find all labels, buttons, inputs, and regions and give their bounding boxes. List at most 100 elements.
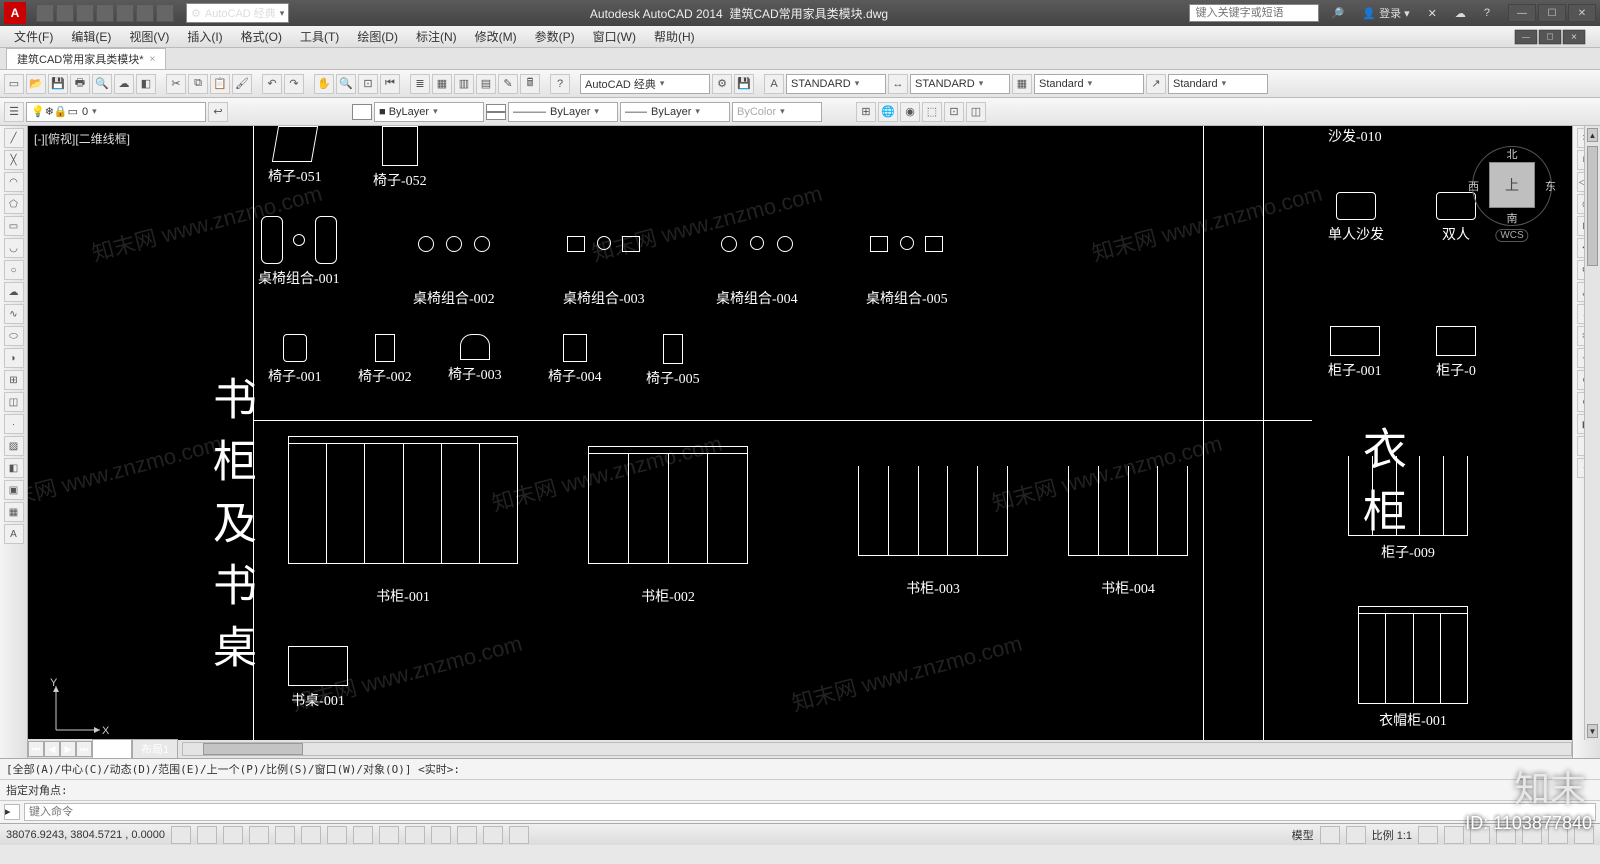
menu-modify[interactable]: 修改(M) (467, 26, 525, 47)
block-chair-051[interactable]: 椅子-051 (268, 126, 322, 186)
stayconnected-icon[interactable]: ☁ (1449, 7, 1472, 20)
block-sofa-single[interactable]: 单人沙发 (1328, 192, 1384, 244)
line-icon[interactable]: ╱ (4, 128, 24, 148)
workspace-save-icon[interactable]: 💾 (734, 74, 754, 94)
ellipsearc-icon[interactable]: ◗ (4, 348, 24, 368)
status-coordinates[interactable]: 38076.9243, 3804.5721 , 0.0000 (6, 829, 165, 841)
doc-minimize-button[interactable]: — (1515, 29, 1537, 43)
tablestyle-combo[interactable]: Standard▾ (1034, 74, 1144, 94)
block-sofa-010[interactable]: 沙发-010 (1328, 126, 1382, 146)
status-tpy-icon[interactable] (431, 826, 451, 844)
status-3dosnap-icon[interactable] (301, 826, 321, 844)
layout-tab-layout1[interactable]: 布局1 (132, 739, 178, 758)
block-cabinet-001[interactable]: 柜子-001 (1328, 326, 1382, 380)
cut-icon[interactable]: ✂ (166, 74, 186, 94)
rectangle-icon[interactable]: ▭ (4, 216, 24, 236)
view-icon-1[interactable]: ⊞ (856, 102, 876, 122)
view-icon-4[interactable]: ⬚ (922, 102, 942, 122)
undo-icon[interactable]: ↶ (262, 74, 282, 94)
help-tb-icon[interactable]: ? (550, 74, 570, 94)
pan-icon[interactable]: ✋ (314, 74, 334, 94)
hatch-icon[interactable]: ▨ (4, 436, 24, 456)
menu-dimension[interactable]: 标注(N) (408, 26, 465, 47)
help-search-input[interactable] (1189, 4, 1319, 22)
menu-tools[interactable]: 工具(T) (292, 26, 347, 47)
layout-tab-model[interactable]: 模型 (92, 739, 132, 758)
vertical-scrollbar[interactable]: ▲ ▼ (1584, 126, 1600, 740)
block-set-004[interactable]: 桌椅组合-004 (716, 236, 798, 308)
infocenter-icon[interactable]: 🔎 (1325, 7, 1351, 20)
status-ortho-icon[interactable] (223, 826, 243, 844)
properties-icon[interactable]: ≣ (410, 74, 430, 94)
menu-parametric[interactable]: 参数(P) (527, 26, 583, 47)
layer-combo[interactable]: 💡❄🔒▭ 0▾ (26, 102, 206, 122)
block-sofa-double[interactable]: 双人 (1436, 192, 1476, 244)
quickcalc-icon[interactable]: 🖩 (520, 74, 540, 94)
redo-icon[interactable]: ↷ (284, 74, 304, 94)
menu-format[interactable]: 格式(O) (233, 26, 290, 47)
horizontal-scrollbar[interactable] (182, 742, 1572, 756)
close-tab-icon[interactable]: × (150, 54, 156, 65)
status-sc-icon[interactable] (483, 826, 503, 844)
status-snap-icon[interactable] (171, 826, 191, 844)
block-bookcase-004[interactable]: 书柜-004 (1068, 466, 1188, 598)
status-annovisibility-icon[interactable] (1444, 826, 1464, 844)
block-cabinet-r[interactable]: 柜子-0 (1436, 326, 1476, 380)
block-set-002[interactable]: 桌椅组合-002 (413, 236, 495, 308)
signin-button[interactable]: 👤 登录 ▾ (1356, 5, 1415, 21)
textstyle-icon[interactable]: A (764, 74, 784, 94)
block-set-003[interactable]: 桌椅组合-003 (563, 236, 645, 308)
workspace-settings-icon[interactable]: ⚙ (712, 74, 732, 94)
designcenter-icon[interactable]: ▦ (432, 74, 452, 94)
matchprop-icon[interactable]: 🖌 (232, 74, 252, 94)
tablestyle-icon[interactable]: ▦ (1012, 74, 1032, 94)
block-hatcabinet-001[interactable]: 衣帽柜-001 (1358, 606, 1468, 730)
tab-nav-first-icon[interactable]: ⏮ (28, 741, 44, 757)
qat-redo-icon[interactable] (156, 4, 174, 22)
qat-new-icon[interactable] (36, 4, 54, 22)
color-swatch[interactable] (352, 104, 372, 120)
dimstyle-combo[interactable]: STANDARD▾ (910, 74, 1010, 94)
status-quickview-drawings-icon[interactable] (1346, 826, 1366, 844)
help-icon[interactable]: ? (1478, 7, 1496, 19)
block-chair-052[interactable]: 椅子-052 (373, 126, 427, 190)
workspace-selector[interactable]: ⚙ AutoCAD 经典 ▾ (186, 3, 289, 23)
region-icon[interactable]: ▣ (4, 480, 24, 500)
zoom-realtime-icon[interactable]: 🔍 (336, 74, 356, 94)
polygon-icon[interactable]: ⬠ (4, 194, 24, 214)
xline-icon[interactable]: ╳ (4, 150, 24, 170)
preview-icon[interactable]: 🔍 (92, 74, 112, 94)
zoom-previous-icon[interactable]: ⏮ (380, 74, 400, 94)
command-prompt-icon[interactable]: ▸ (4, 804, 20, 820)
viewcube-wcs-label[interactable]: WCS (1495, 229, 1528, 242)
insertblock-icon[interactable]: ⊞ (4, 370, 24, 390)
tab-nav-prev-icon[interactable]: ◀ (44, 741, 60, 757)
plotstyle-combo[interactable]: ByColor▾ (732, 102, 822, 122)
revcloud-icon[interactable]: ☁ (4, 282, 24, 302)
viewcube-west[interactable]: 西 (1468, 178, 1479, 194)
mtext-icon[interactable]: A (4, 524, 24, 544)
status-lwt-icon[interactable] (405, 826, 425, 844)
block-bookcase-003[interactable]: 书柜-003 (858, 466, 1008, 598)
qat-open-icon[interactable] (56, 4, 74, 22)
gradient-icon[interactable]: ◧ (4, 458, 24, 478)
publish-icon[interactable]: ☁ (114, 74, 134, 94)
command-input[interactable] (24, 803, 1596, 821)
viewcube-south[interactable]: 南 (1507, 210, 1518, 226)
block-desk-001[interactable]: 书桌-001 (288, 646, 348, 710)
circle-icon[interactable]: ○ (4, 260, 24, 280)
block-set-001[interactable]: 桌椅组合-001 (258, 216, 340, 288)
window-close-button[interactable]: ✕ (1568, 4, 1596, 22)
tab-nav-next-icon[interactable]: ▶ (60, 741, 76, 757)
menu-insert[interactable]: 插入(I) (179, 26, 230, 47)
block-cabinet-009[interactable]: 柜子-009 (1348, 456, 1468, 562)
block-chair-003[interactable]: 椅子-003 (448, 334, 502, 384)
view-icon-6[interactable]: ◫ (966, 102, 986, 122)
vscroll-down-icon[interactable]: ▼ (1587, 724, 1598, 738)
block-chair-004[interactable]: 椅子-004 (548, 334, 602, 386)
menu-window[interactable]: 窗口(W) (585, 26, 644, 47)
hscroll-thumb[interactable] (203, 743, 303, 755)
view-icon-5[interactable]: ⊡ (944, 102, 964, 122)
status-otrack-icon[interactable] (327, 826, 347, 844)
3ddwf-icon[interactable]: ◧ (136, 74, 156, 94)
